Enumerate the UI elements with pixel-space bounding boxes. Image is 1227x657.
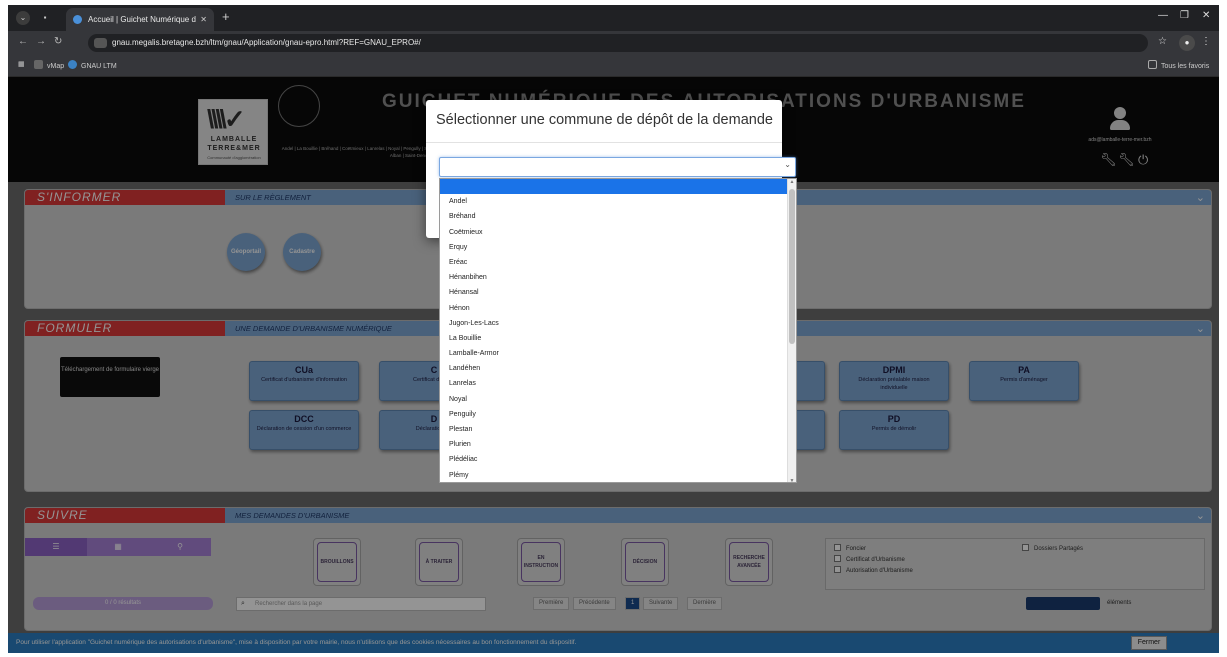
commune-option[interactable]: Plurien — [440, 437, 788, 452]
commune-option[interactable]: Andel — [440, 194, 788, 209]
commune-dropdown: Andel Bréhand Coëtmieux Erquy Eréac Hénanbihe… — [439, 178, 797, 483]
site-info-icon[interactable] — [94, 38, 107, 48]
close-tab-icon[interactable]: ✕ — [200, 8, 207, 31]
reload-icon[interactable]: ↻ — [54, 36, 62, 47]
commune-option[interactable]: Hénanbihen — [440, 270, 788, 285]
apps-icon[interactable]: ▦ — [18, 60, 25, 68]
all-bookmarks[interactable]: Tous les favoris — [1148, 60, 1209, 70]
minimize-icon[interactable]: — — [1158, 10, 1168, 21]
tab-strip: ⌄ ▪ Accueil | Guichet Numérique d ✕ + — … — [8, 5, 1219, 31]
commune-option[interactable]: La Bouillie — [440, 331, 788, 346]
commune-option[interactable]: Hénansal — [440, 285, 788, 300]
navigation-bar: ← → ↻ gnau.megalis.bretagne.bzh/ltm/gnau… — [8, 31, 1219, 55]
menu-icon[interactable]: ⋮ — [1201, 36, 1211, 47]
commune-option[interactable]: Noyal — [440, 392, 788, 407]
new-tab-icon[interactable]: + — [222, 9, 230, 24]
commune-option[interactable]: Plestan — [440, 422, 788, 437]
address-bar[interactable]: gnau.megalis.bretagne.bzh/ltm/gnau/Appli… — [88, 34, 1148, 52]
commune-option[interactable]: Coëtmieux — [440, 225, 788, 240]
url-text: gnau.megalis.bretagne.bzh/ltm/gnau/Appli… — [112, 38, 421, 47]
bookmark-star-icon[interactable]: ☆ — [1158, 36, 1167, 47]
scroll-down-icon[interactable]: ▼ — [788, 478, 796, 482]
commune-option[interactable]: Jugon-Les-Lacs — [440, 316, 788, 331]
commune-option[interactable]: Bréhand — [440, 209, 788, 224]
commune-option[interactable] — [440, 179, 788, 195]
scroll-thumb[interactable] — [789, 189, 795, 344]
tab-search-icon[interactable]: ⌄ — [16, 11, 30, 25]
tab-groups-icon[interactable]: ▪ — [38, 11, 52, 25]
back-icon[interactable]: ← — [18, 36, 28, 47]
profile-icon[interactable]: ● — [1179, 35, 1195, 51]
commune-option[interactable]: Penguily — [440, 407, 788, 422]
modal-title: Sélectionner une commune de dépôt de la … — [436, 112, 773, 128]
commune-options: Andel Bréhand Coëtmieux Erquy Eréac Hénanbihe… — [440, 179, 788, 482]
favicon-icon — [73, 15, 82, 24]
commune-option[interactable]: Hénon — [440, 301, 788, 316]
dropdown-scrollbar[interactable]: ▲ ▼ — [787, 179, 796, 482]
commune-option[interactable]: Erquy — [440, 240, 788, 255]
browser-window: ⌄ ▪ Accueil | Guichet Numérique d ✕ + — … — [8, 5, 1219, 653]
commune-option[interactable]: Landéhen — [440, 361, 788, 376]
bookmark-vmap[interactable]: vMap — [34, 60, 64, 70]
commune-option[interactable]: Lamballe-Armor — [440, 346, 788, 361]
forward-icon[interactable]: → — [36, 36, 46, 47]
commune-option[interactable]: Plédéliac — [440, 452, 788, 467]
tab-title: Accueil | Guichet Numérique d — [88, 15, 196, 24]
commune-option[interactable]: Plémy — [440, 468, 788, 482]
commune-option[interactable]: Eréac — [440, 255, 788, 270]
browser-tab[interactable]: Accueil | Guichet Numérique d ✕ — [66, 8, 214, 31]
commune-option[interactable]: Lanrelas — [440, 376, 788, 391]
bookmarks-bar: ▦ vMap GNAU LTM Tous les favoris — [8, 55, 1219, 77]
commune-select[interactable]: ⌄ — [439, 157, 796, 177]
chevron-down-icon: ⌄ — [784, 160, 791, 169]
bookmark-gnau[interactable]: GNAU LTM — [68, 60, 117, 70]
maximize-icon[interactable]: ❐ — [1180, 10, 1189, 21]
scroll-up-icon[interactable]: ▲ — [788, 179, 796, 185]
close-window-icon[interactable]: ✕ — [1202, 10, 1210, 21]
